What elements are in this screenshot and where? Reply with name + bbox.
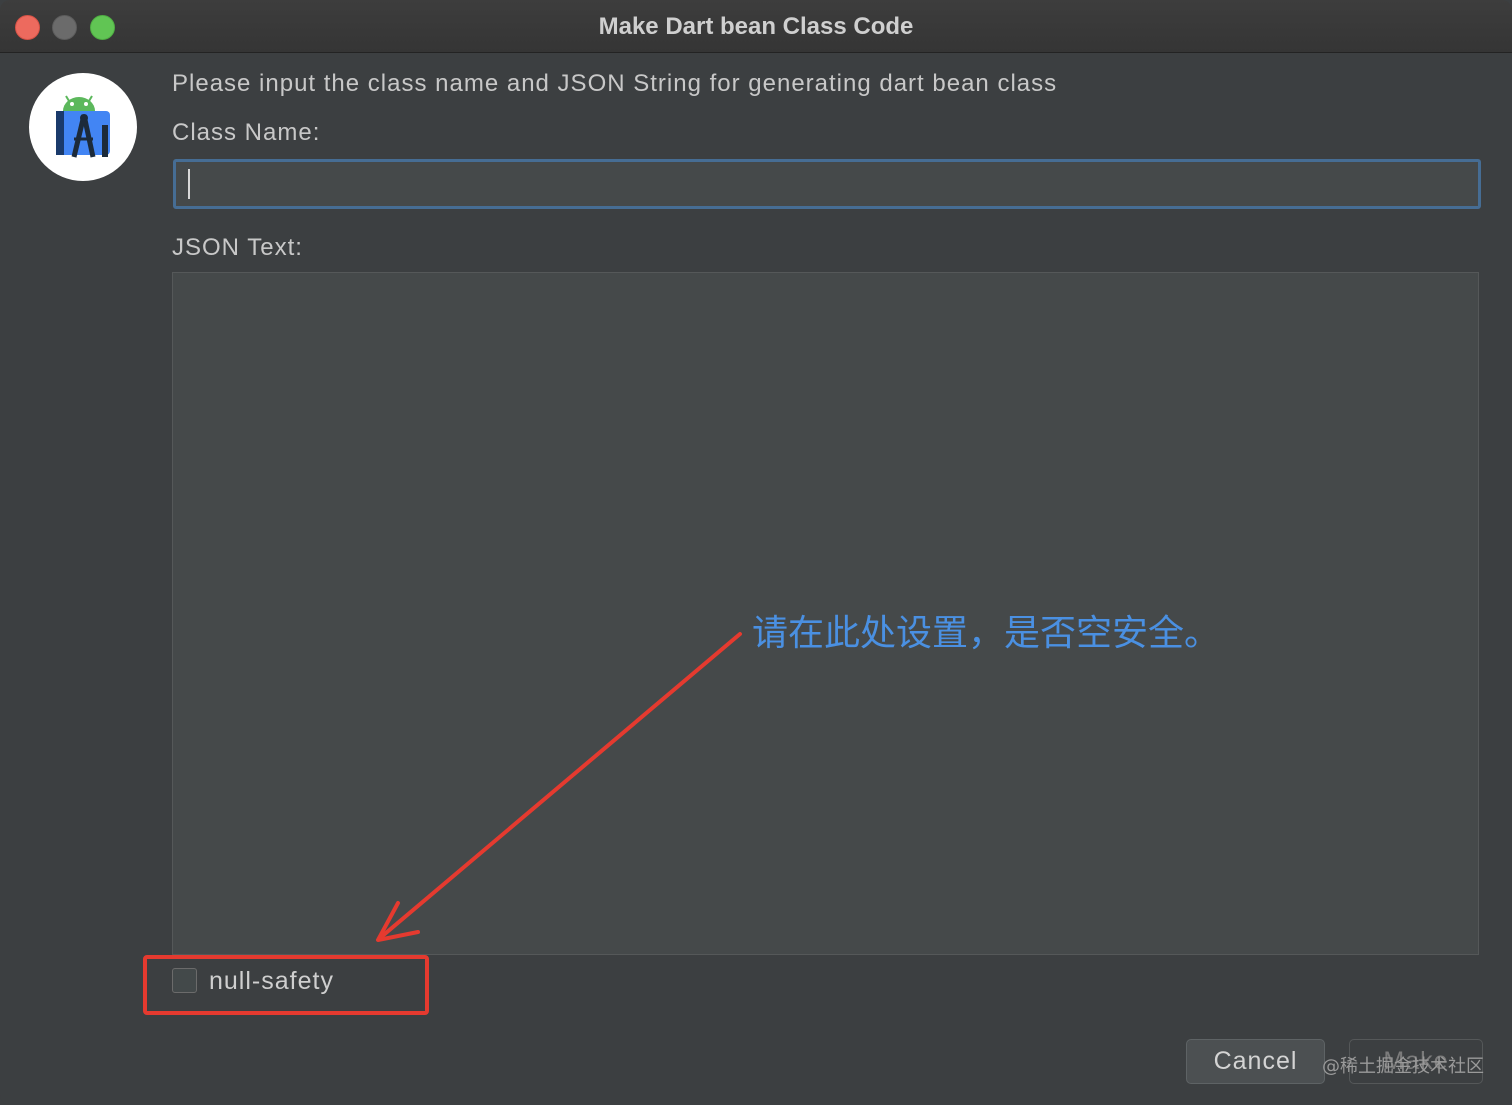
cancel-button[interactable]: Cancel [1186, 1039, 1325, 1084]
null-safety-checkbox[interactable] [172, 968, 197, 993]
null-safety-label[interactable]: null-safety [209, 967, 334, 996]
annotation-arrow [376, 632, 742, 942]
dialog-window: Make Dart bean Class Code Please input t… [0, 0, 1512, 1105]
watermark: @稀土掘金技术社区 [1322, 1056, 1484, 1077]
